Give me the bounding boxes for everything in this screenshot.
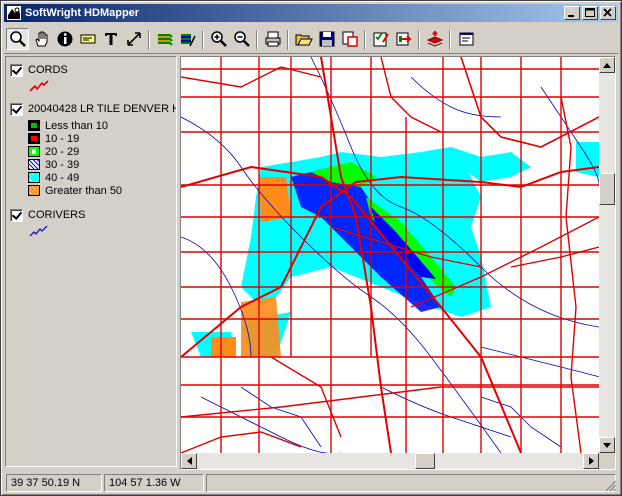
text-tool-icon [104, 33, 117, 45]
status-empty [206, 474, 616, 492]
status-bar: 39 37 50.19 N 104 57 1.36 W [4, 473, 618, 493]
close-button[interactable] [600, 6, 616, 20]
save-button[interactable] [315, 28, 338, 50]
legend-class: 40 - 49 [28, 171, 176, 184]
text-button[interactable] [99, 28, 122, 50]
label-button[interactable] [76, 28, 99, 50]
minimize-icon [568, 15, 574, 17]
vertical-scroll-thumb[interactable] [599, 173, 615, 205]
open-button[interactable] [292, 28, 315, 50]
measure-arrow-icon [126, 32, 141, 46]
river-line-symbol-icon [29, 225, 48, 237]
legend-class: Less than 10 [28, 119, 176, 132]
add-layer-button[interactable] [423, 28, 446, 50]
class-swatch [28, 185, 40, 196]
class-swatch [28, 159, 40, 170]
pan-button[interactable] [30, 28, 53, 50]
cords-layer-name: CORDS [28, 64, 68, 76]
legend-layer-corivers[interactable]: CORIVERS [10, 208, 85, 241]
legend-layer-tile[interactable]: 20040428 LR TILE DENVER H Less than 10 1… [10, 102, 177, 197]
scroll-down-button[interactable] [599, 437, 615, 453]
add-layer-icon [426, 31, 443, 47]
longitude-readout: 104 57 1.36 W [104, 474, 204, 492]
class-swatch [28, 120, 40, 131]
legend-class: 20 - 29 [28, 145, 176, 158]
horizontal-scrollbar[interactable] [181, 453, 599, 469]
open-folder-icon [295, 34, 313, 46]
title-bar[interactable]: SoftWright HDMapper [4, 4, 618, 22]
layers-icon [157, 34, 173, 46]
class-label: 40 - 49 [45, 171, 80, 184]
class-swatch [28, 146, 40, 157]
horizontal-scroll-thumb[interactable] [415, 453, 435, 469]
zoom-tool-icon [9, 31, 26, 47]
scroll-left-button[interactable] [181, 453, 197, 469]
class-label: 10 - 19 [45, 132, 80, 145]
arrow-up-icon [603, 62, 611, 68]
road-line-symbol-icon [29, 80, 49, 92]
maximize-icon [585, 8, 595, 17]
class-swatch [28, 172, 40, 183]
tile-layer-name: 20040428 LR TILE DENVER H [28, 103, 177, 115]
layers-button[interactable] [153, 28, 176, 50]
close-icon [603, 8, 612, 17]
arrow-right-icon [588, 457, 594, 465]
class-swatch [28, 133, 40, 144]
print-icon [265, 31, 280, 47]
legend-class: 30 - 39 [28, 158, 176, 171]
class-label: Greater than 50 [45, 184, 123, 197]
class-label: Less than 10 [45, 119, 108, 132]
legend-class: 10 - 19 [28, 132, 176, 145]
print-button[interactable] [261, 28, 284, 50]
arrow-down-icon [603, 442, 611, 448]
properties-icon [459, 32, 473, 46]
info-icon [57, 31, 72, 47]
layers-edit-button[interactable] [176, 28, 199, 50]
globe-app-icon [7, 6, 21, 20]
legend-panel: CORDS 20040428 LR TILE DENVER H Less tha… [5, 56, 177, 467]
corivers-layer-name: CORIVERS [28, 209, 86, 221]
map-view[interactable] [180, 56, 616, 470]
measure-button[interactable] [122, 28, 145, 50]
scroll-right-button[interactable] [583, 453, 599, 469]
pan-hand-icon [34, 31, 47, 47]
record-button[interactable] [392, 28, 415, 50]
zoom-out-icon [233, 31, 250, 47]
latitude-readout: 39 37 50.19 N [6, 474, 102, 492]
cords-checkbox[interactable] [10, 63, 23, 77]
properties-button[interactable] [454, 28, 477, 50]
map-canvas[interactable] [181, 57, 599, 453]
zoom-out-button[interactable] [230, 28, 253, 50]
resize-grip-icon[interactable] [605, 480, 617, 492]
info-button[interactable] [53, 28, 76, 50]
scroll-corner [599, 453, 615, 469]
vertical-scrollbar[interactable] [599, 57, 615, 453]
class-label: 30 - 39 [45, 158, 80, 171]
legend-layer-cords[interactable]: CORDS [10, 63, 68, 96]
app-window: SoftWright HDMapper CORDS 20040428 LR TI… [0, 0, 622, 496]
window-title: SoftWright HDMapper [25, 7, 140, 19]
maximize-button[interactable] [582, 6, 598, 20]
checklist-icon [373, 32, 389, 47]
label-tool-icon [80, 34, 95, 44]
minimize-button[interactable] [564, 6, 580, 20]
layers-edit-icon [180, 34, 196, 47]
save-icon [319, 31, 334, 47]
class-label: 20 - 29 [45, 145, 80, 158]
zoom-in-icon [210, 31, 227, 47]
record-icon [396, 32, 411, 46]
corivers-checkbox[interactable] [10, 208, 23, 222]
zoom-tool-button[interactable] [6, 28, 29, 50]
export-icon [342, 31, 358, 47]
scroll-up-button[interactable] [599, 57, 615, 73]
export-button[interactable] [338, 28, 361, 50]
toolbar [4, 26, 618, 54]
checklist-button[interactable] [369, 28, 392, 50]
tile-checkbox[interactable] [10, 102, 23, 116]
legend-class: Greater than 50 [28, 184, 176, 197]
zoom-in-button[interactable] [207, 28, 230, 50]
arrow-left-icon [186, 457, 192, 465]
